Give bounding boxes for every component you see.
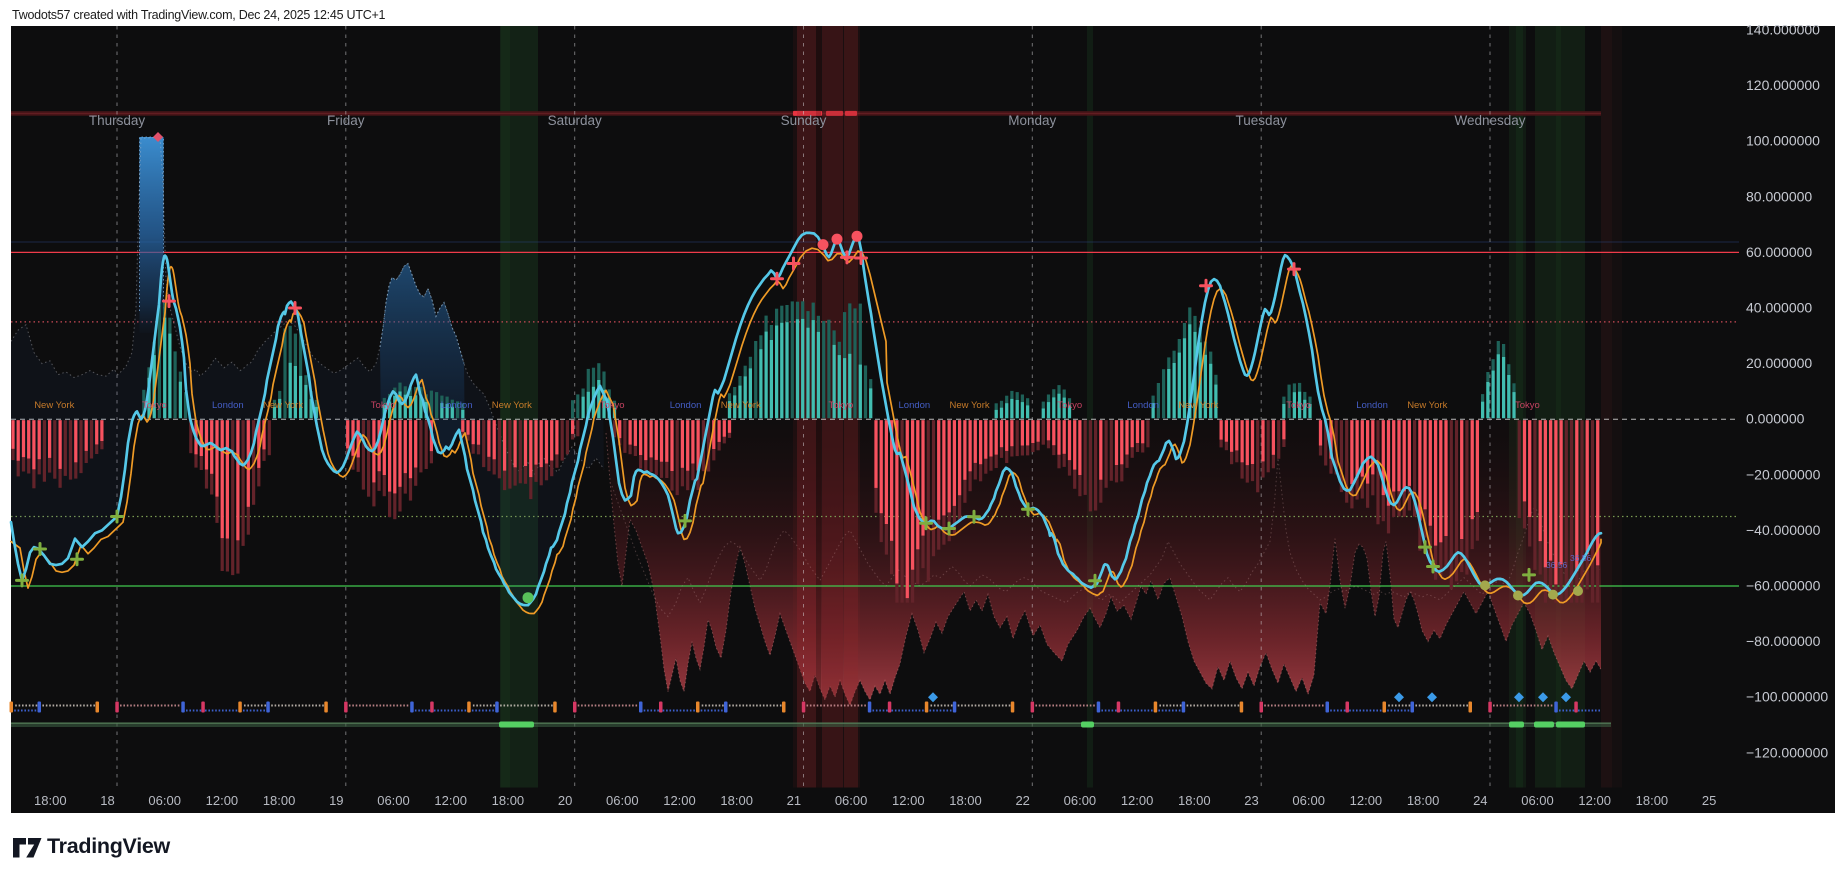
svg-text:18:00: 18:00 (1407, 793, 1440, 808)
svg-text:20.000000: 20.000000 (1746, 355, 1812, 371)
svg-text:06:00: 06:00 (835, 793, 868, 808)
svg-text:20: 20 (558, 793, 572, 808)
svg-text:06:00: 06:00 (377, 793, 410, 808)
svg-text:12:00: 12:00 (663, 793, 696, 808)
svg-text:18: 18 (100, 793, 114, 808)
svg-text:New York: New York (492, 400, 532, 411)
svg-text:London: London (212, 400, 244, 411)
svg-text:Wednesday: Wednesday (1454, 113, 1525, 128)
svg-text:40.000000: 40.000000 (1746, 300, 1812, 316)
svg-text:Tuesday: Tuesday (1236, 113, 1288, 128)
svg-text:12:00: 12:00 (1350, 793, 1383, 808)
svg-text:Tokyo: Tokyo (1515, 400, 1540, 411)
svg-text:−100.000000: −100.000000 (1746, 689, 1828, 705)
svg-text:Tokyo: Tokyo (829, 400, 854, 411)
svg-text:Twodots57 created with Trading: Twodots57 created with TradingView.com, … (12, 8, 386, 22)
svg-text:23: 23 (1244, 793, 1258, 808)
svg-text:06:00: 06:00 (1521, 793, 1554, 808)
svg-text:−120.000000: −120.000000 (1746, 744, 1828, 760)
svg-text:18:00: 18:00 (492, 793, 525, 808)
svg-text:12:00: 12:00 (206, 793, 239, 808)
svg-text:36.56: 36.56 (1546, 560, 1568, 570)
svg-text:Friday: Friday (327, 113, 365, 128)
svg-text:London: London (1356, 400, 1388, 411)
svg-text:Thursday: Thursday (89, 113, 146, 128)
svg-text:London: London (441, 400, 473, 411)
svg-text:Tokyo: Tokyo (371, 400, 396, 411)
svg-text:New York: New York (950, 400, 990, 411)
svg-text:New York: New York (34, 400, 74, 411)
svg-text:−80.000000: −80.000000 (1746, 633, 1821, 649)
svg-text:Tokyo: Tokyo (600, 400, 625, 411)
svg-text:24: 24 (1473, 793, 1487, 808)
svg-text:19: 19 (329, 793, 343, 808)
svg-text:Monday: Monday (1008, 113, 1056, 128)
svg-text:London: London (899, 400, 931, 411)
svg-text:18:00: 18:00 (263, 793, 296, 808)
svg-text:120.000000: 120.000000 (1746, 77, 1820, 93)
svg-text:60.000000: 60.000000 (1746, 244, 1812, 260)
svg-text:−60.000000: −60.000000 (1746, 578, 1821, 594)
svg-text:New York: New York (1178, 400, 1218, 411)
svg-text:TradingView: TradingView (47, 834, 171, 858)
svg-text:18:00: 18:00 (720, 793, 753, 808)
svg-text:Saturday: Saturday (548, 113, 602, 128)
svg-text:06:00: 06:00 (606, 793, 639, 808)
svg-text:New York: New York (263, 400, 303, 411)
svg-text:London: London (1127, 400, 1159, 411)
svg-text:100.000000: 100.000000 (1746, 133, 1820, 149)
svg-text:Tokyo: Tokyo (1286, 400, 1311, 411)
svg-text:12:00: 12:00 (434, 793, 467, 808)
svg-text:12:00: 12:00 (1121, 793, 1154, 808)
svg-text:140.000000: 140.000000 (1746, 22, 1820, 38)
svg-text:New York: New York (1407, 400, 1447, 411)
svg-text:18:00: 18:00 (34, 793, 67, 808)
svg-text:18:00: 18:00 (1178, 793, 1211, 808)
svg-text:80.000000: 80.000000 (1746, 188, 1812, 204)
svg-text:−20.000000: −20.000000 (1746, 466, 1821, 482)
svg-text:Tokyo: Tokyo (142, 400, 167, 411)
svg-text:06:00: 06:00 (1292, 793, 1325, 808)
svg-text:New York: New York (721, 400, 761, 411)
svg-text:06:00: 06:00 (1064, 793, 1097, 808)
svg-text:18:00: 18:00 (1636, 793, 1669, 808)
svg-text:London: London (670, 400, 702, 411)
svg-text:Sunday: Sunday (781, 113, 827, 128)
svg-text:Tokyo: Tokyo (1057, 400, 1082, 411)
svg-text:21: 21 (787, 793, 801, 808)
svg-text:25: 25 (1702, 793, 1716, 808)
svg-text:−40.000000: −40.000000 (1746, 522, 1821, 538)
svg-text:36.56: 36.56 (1570, 553, 1592, 563)
svg-text:12:00: 12:00 (1578, 793, 1611, 808)
svg-text:18:00: 18:00 (949, 793, 982, 808)
svg-text:0.000000: 0.000000 (1746, 411, 1805, 427)
svg-text:12:00: 12:00 (892, 793, 925, 808)
svg-text:22: 22 (1015, 793, 1029, 808)
svg-text:06:00: 06:00 (148, 793, 181, 808)
